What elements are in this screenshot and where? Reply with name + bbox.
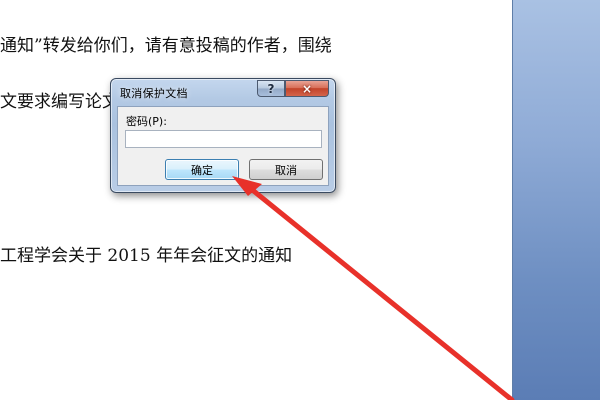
password-input[interactable]: [125, 130, 322, 148]
cancel-button[interactable]: 取消: [249, 159, 323, 180]
document-page[interactable]: 通知”转发给你们，请有意投稿的作者，围绕 文要求编写论文，于 年会秘书 工程学会…: [0, 0, 512, 400]
document-text-line: 通知”转发给你们，请有意投稿的作者，围绕: [0, 36, 332, 56]
unprotect-document-dialog: 取消保护文档 ? × 密码(P): 确定 取消: [110, 78, 336, 193]
question-icon: ?: [267, 81, 275, 96]
help-button[interactable]: ?: [257, 80, 285, 97]
dialog-body: 密码(P): 确定 取消: [117, 106, 329, 186]
password-label: 密码(P):: [126, 115, 167, 128]
close-button[interactable]: ×: [285, 80, 329, 97]
ok-button[interactable]: 确定: [165, 159, 239, 180]
task-pane-background: [512, 0, 600, 400]
document-text-line: 工程学会关于 2015 年年会征文的通知: [0, 246, 293, 266]
dialog-titlebar[interactable]: 取消保护文档 ? ×: [111, 79, 335, 103]
dialog-title: 取消保护文档: [120, 87, 188, 100]
close-icon: ×: [301, 81, 313, 96]
